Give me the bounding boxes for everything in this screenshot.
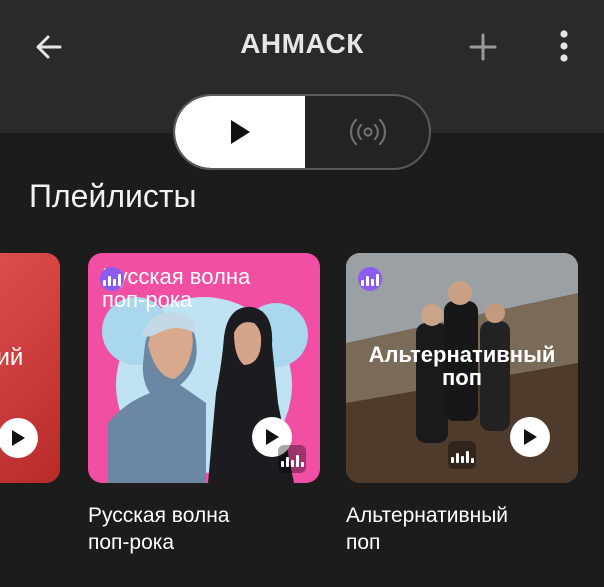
caption-line: поп xyxy=(346,530,381,554)
add-button[interactable] xyxy=(462,26,504,68)
play-button[interactable] xyxy=(0,418,38,458)
section-title: Плейлисты xyxy=(29,178,197,214)
playlist-caption[interactable]: Альтернативный поп xyxy=(346,503,508,557)
cover-title: Русская волна поп-рока xyxy=(102,265,250,311)
equalizer-badge-icon xyxy=(448,441,476,469)
play-icon xyxy=(231,120,250,144)
cover-title: Альтернативный поп xyxy=(346,343,578,389)
artist-title: АНМАСК xyxy=(240,28,364,59)
cover-title-line: кий xyxy=(0,344,24,371)
cover-title: кий к xyxy=(0,345,23,395)
playlist-card[interactable]: Альтернативный поп xyxy=(346,253,578,483)
playlist-caption[interactable]: Русская волна поп-рока xyxy=(88,503,229,557)
equalizer-badge-icon xyxy=(278,445,306,473)
play-icon xyxy=(12,430,25,446)
playlist-card[interactable]: Русская волна поп-рока xyxy=(88,253,320,483)
play-button[interactable] xyxy=(175,96,305,168)
cover-title-line: Альтернативный xyxy=(368,342,556,367)
play-icon xyxy=(524,429,537,445)
caption-line: поп-рока xyxy=(88,530,175,554)
plus-icon xyxy=(469,33,497,61)
more-vertical-icon xyxy=(560,30,568,62)
wave-logo-icon xyxy=(100,267,124,291)
cover-title-line: поп xyxy=(441,365,482,391)
caption-line: Русская волна xyxy=(88,504,230,527)
playlist-card[interactable]: кий к xyxy=(0,253,60,483)
cover-title-line: поп-рока xyxy=(102,287,193,313)
broadcast-icon xyxy=(349,118,387,146)
play-button[interactable] xyxy=(510,417,550,457)
play-icon xyxy=(266,429,279,445)
playback-toggle xyxy=(173,94,431,170)
cover-title-line: Русская волна xyxy=(102,264,251,289)
broadcast-button[interactable] xyxy=(305,96,429,168)
caption-line: Альтернативный xyxy=(346,504,509,527)
more-options-button[interactable] xyxy=(546,24,582,68)
wave-logo-icon xyxy=(358,267,382,291)
cover-title-line: к xyxy=(0,370,23,395)
